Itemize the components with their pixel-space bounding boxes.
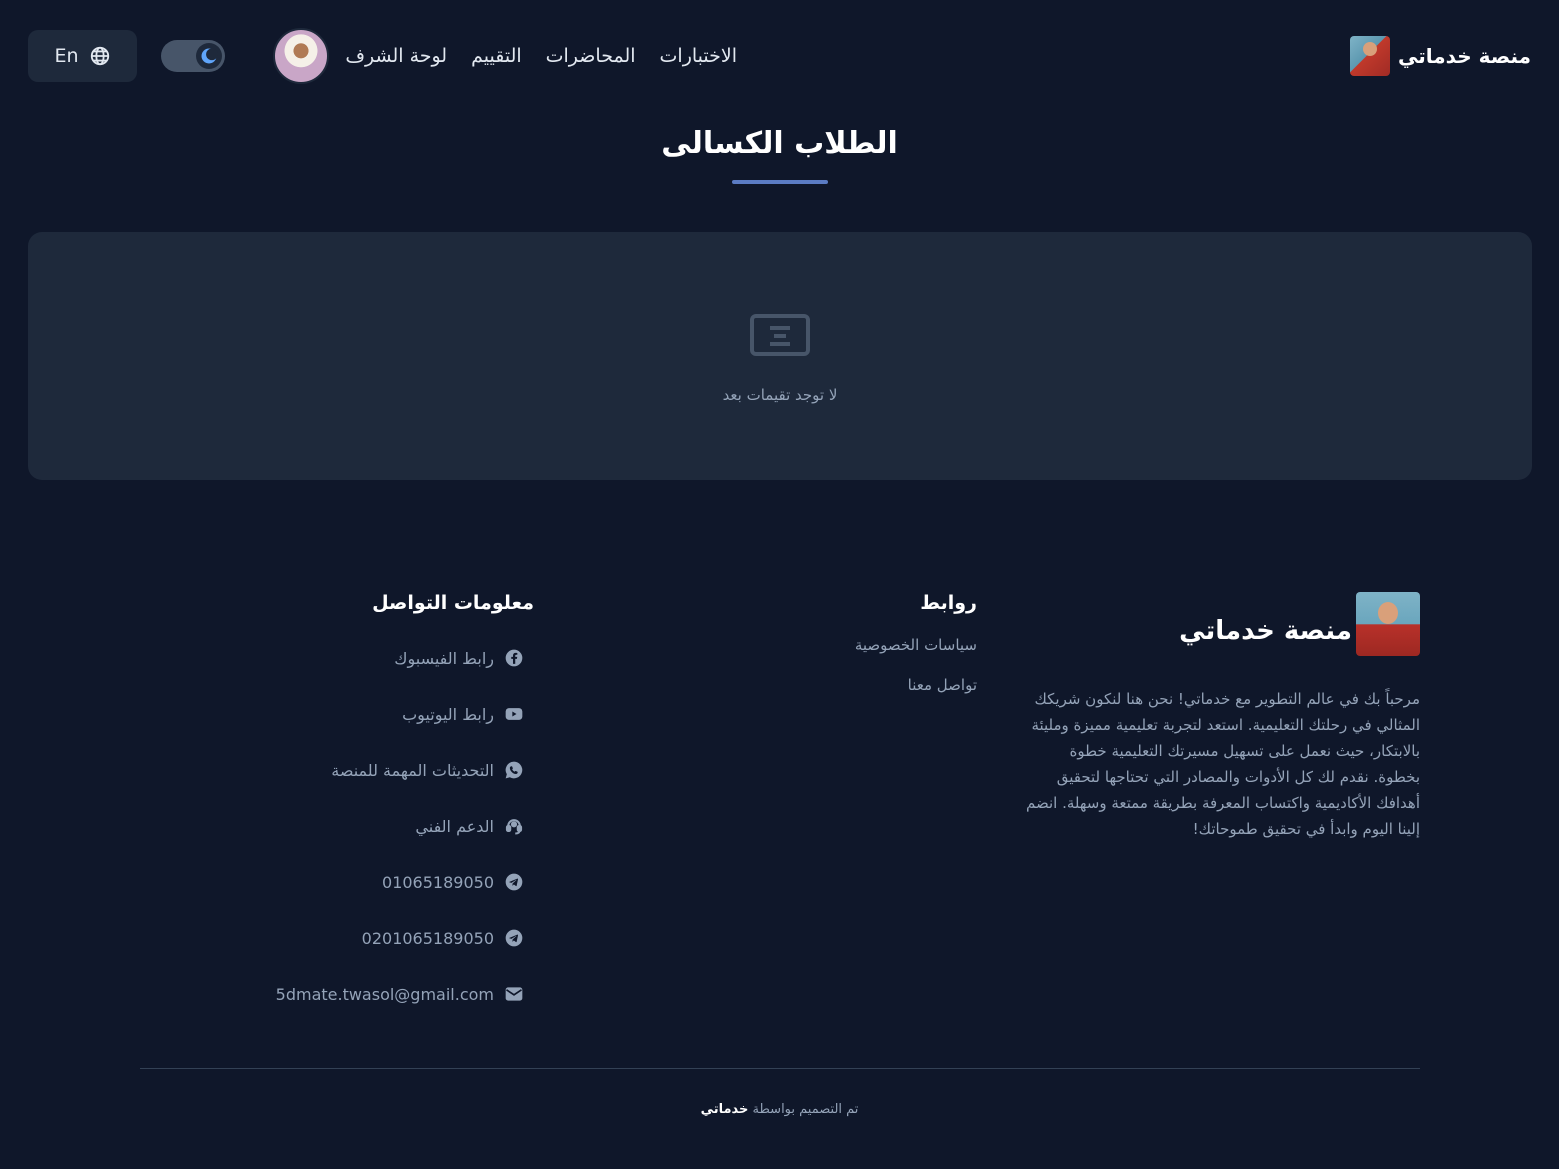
footer-logo [1356,592,1420,656]
footer-brand-name: منصة خدماتي [1179,616,1352,646]
links-title: روابط [920,592,977,614]
footer-links: روابط سياسات الخصوصية تواصل معنا [777,592,977,716]
contact-phone-2[interactable]: 0201065189050 [254,910,534,966]
footer-credit: تم التصميم بواسطة خدماتي [0,1102,1559,1117]
theme-knob [196,43,222,69]
language-switch-button[interactable]: En [28,30,137,82]
empty-inbox-icon [750,314,810,356]
telegram-icon [505,873,523,891]
nav-link-honor-board[interactable]: لوحة الشرف [345,45,447,67]
contact-facebook-label: رابط الفيسبوك [394,648,494,668]
contact-support-label: الدعم الفني [415,816,494,836]
user-avatar[interactable] [273,28,329,84]
theme-toggle[interactable] [161,40,225,72]
nav-link-lectures[interactable]: المحاضرات [546,45,636,67]
empty-state-card: لا توجد تقيمات بعد [28,232,1532,480]
page-title: الطلاب الكسالى [661,126,898,161]
contact-whatsapp-label: التحديثات المهمة للمنصة [331,760,494,780]
support-icon [505,819,523,835]
facebook-icon [505,649,523,667]
credit-name[interactable]: خدماتي [701,1102,749,1117]
empty-state-message: لا توجد تقيمات بعد [722,386,838,404]
contact-phone-2-label: 0201065189050 [361,928,494,948]
contact-phone-1[interactable]: 01065189050 [254,854,534,910]
link-privacy-policy[interactable]: سياسات الخصوصية [777,636,977,676]
brand[interactable]: منصة خدماتي [1350,36,1531,76]
contact-facebook[interactable]: رابط الفيسبوك [254,630,534,686]
contact-support[interactable]: الدعم الفني [254,798,534,854]
language-label: En [54,45,79,67]
whatsapp-icon [505,761,523,779]
contact-phone-1-label: 01065189050 [382,872,494,892]
main-nav: الاختبارات المحاضرات التقييم لوحة الشرف [345,40,737,72]
telegram-icon [505,929,523,947]
contact-title: معلومات التواصل [372,592,534,614]
credit-prefix: تم التصميم بواسطة [752,1102,859,1117]
mail-icon [505,987,523,1001]
moon-icon [201,48,218,64]
footer-contact: معلومات التواصل رابط الفيسبوك رابط اليوت… [254,592,534,1022]
brand-logo [1350,36,1391,76]
globe-icon [90,46,109,66]
contact-youtube[interactable]: رابط اليوتيوب [254,686,534,742]
contact-email[interactable]: 5dmate.twasol@gmail.com [254,966,534,1022]
nav-link-rating[interactable]: التقييم [471,45,522,67]
title-underline [732,180,828,184]
contact-email-label: 5dmate.twasol@gmail.com [275,984,494,1004]
contact-youtube-label: رابط اليوتيوب [402,704,494,724]
footer-description: مرحباً بك في عالم التطوير مع خدماتي! نحن… [1025,690,1420,838]
top-navbar: منصة خدماتي الاختبارات المحاضرات التقييم… [0,0,1559,112]
footer-brand: منصة خدماتي [1179,592,1420,656]
contact-whatsapp[interactable]: التحديثات المهمة للمنصة [254,742,534,798]
brand-name: منصة خدماتي [1398,44,1531,68]
youtube-icon [505,708,523,720]
footer-divider [140,1068,1420,1069]
nav-link-exams[interactable]: الاختبارات [660,45,737,67]
link-contact-us[interactable]: تواصل معنا [777,676,977,716]
